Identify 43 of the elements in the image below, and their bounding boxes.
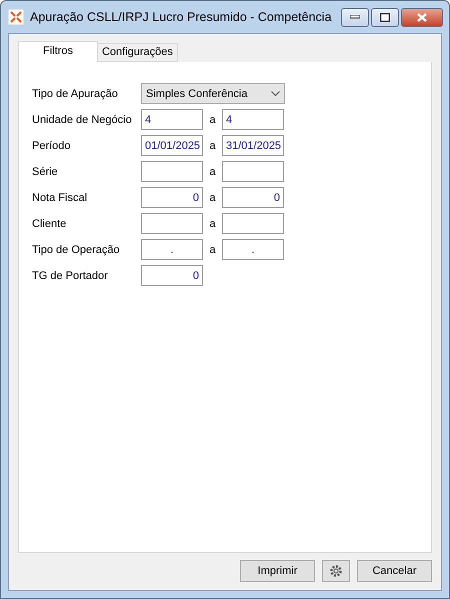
range-separator: a (208, 192, 217, 204)
range-separator: a (208, 218, 217, 230)
app-logo-icon (8, 9, 24, 25)
input-field[interactable]: 0 (222, 187, 284, 208)
close-button[interactable] (401, 8, 443, 26)
input-field[interactable]: . (222, 239, 284, 260)
maximize-icon (380, 12, 390, 22)
settings-button[interactable] (322, 560, 350, 582)
field-label: Cliente (32, 218, 68, 230)
field-label: Tipo de Operação (32, 244, 121, 256)
input-field[interactable]: 4 (141, 109, 203, 130)
input-field[interactable] (222, 161, 284, 182)
tab[interactable]: Filtros (18, 41, 98, 62)
close-icon (417, 12, 427, 22)
range-separator: a (208, 114, 217, 126)
maximize-button[interactable] (371, 8, 399, 26)
minimize-button[interactable] (341, 8, 369, 26)
range-separator: a (208, 166, 217, 178)
dropdown[interactable]: Simples Conferência (141, 83, 285, 104)
action-button[interactable]: Imprimir (240, 560, 315, 582)
input-field[interactable]: 4 (222, 109, 284, 130)
chevron-down-icon (271, 91, 280, 96)
field-label: Nota Fiscal (32, 192, 88, 204)
range-separator: a (208, 140, 217, 152)
input-field[interactable]: 0 (141, 265, 203, 286)
tab[interactable]: Configurações (96, 43, 178, 62)
input-field[interactable] (141, 161, 203, 182)
input-field[interactable] (222, 213, 284, 234)
action-button[interactable]: Cancelar (357, 560, 432, 582)
minimize-icon (350, 15, 360, 19)
field-label: Unidade de Negócio (32, 114, 133, 126)
field-label: Período (32, 140, 72, 152)
input-field[interactable] (141, 213, 203, 234)
field-label: TG de Portador (32, 270, 109, 282)
input-field[interactable]: 31/01/2025 (222, 135, 284, 156)
window-title: Apuração CSLL/IRPJ Lucro Presumido - Competência (30, 10, 333, 24)
field-label: Série (32, 166, 59, 178)
gear-icon (329, 564, 343, 578)
range-separator: a (208, 244, 217, 256)
input-field[interactable]: 01/01/2025 (141, 135, 203, 156)
field-label: Tipo de Apuração (32, 88, 119, 100)
input-field[interactable]: 0 (141, 187, 203, 208)
input-field[interactable]: . (141, 239, 203, 260)
